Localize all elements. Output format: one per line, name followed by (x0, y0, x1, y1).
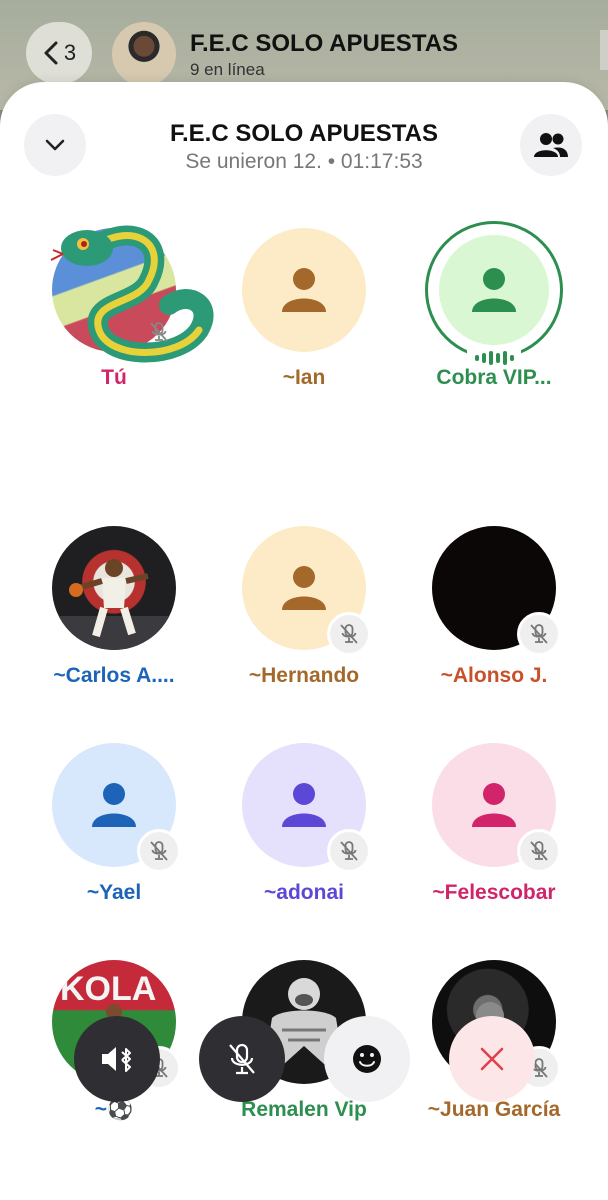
participant-tile[interactable]: ~Felescobar (399, 743, 589, 933)
participant-avatar (52, 526, 176, 650)
participant-name: ~adonai (264, 881, 344, 904)
person-placeholder-icon (92, 783, 136, 827)
chat-avatar[interactable] (112, 22, 176, 86)
chevron-left-icon (44, 41, 58, 65)
svg-text:KOLA: KOLA (60, 970, 156, 1008)
mic-off-icon (340, 841, 358, 861)
participant-tile[interactable]: ~Hernando (209, 526, 399, 716)
mic-off-icon (530, 841, 548, 861)
participant-tile[interactable]: ~Yael (19, 743, 209, 933)
smiley-icon (353, 1045, 381, 1073)
person-placeholder-icon (472, 783, 516, 827)
participant-name: ~Ian (282, 366, 326, 389)
mic-off-icon (229, 1043, 255, 1075)
chat-subtitle: 9 en línea (190, 60, 265, 79)
participant-name: ~Hernando (248, 664, 360, 687)
mic-off-icon (150, 322, 168, 342)
mute-button[interactable] (199, 1016, 285, 1102)
participant-tile[interactable]: ~Carlos A.... (19, 526, 209, 716)
mic-off-icon (150, 841, 168, 861)
speaker-bluetooth-icon (102, 1047, 136, 1072)
participant-tile[interactable]: Tú (19, 225, 214, 418)
leave-call-button[interactable] (449, 1016, 535, 1102)
mic-off-badge (517, 829, 561, 873)
mic-off-badge (137, 829, 181, 873)
mic-off-badge (137, 310, 181, 354)
close-icon (480, 1047, 504, 1071)
participant-tile[interactable]: ~adonai (209, 743, 399, 933)
participant-name: ~Alonso J. (440, 664, 548, 687)
participant-name: Cobra VIP... (436, 366, 552, 389)
mic-off-badge (327, 612, 371, 656)
audio-wave-icon (467, 350, 521, 366)
participant-tile[interactable]: Cobra VIP... (399, 221, 589, 418)
chat-title[interactable]: F.E.C SOLO APUESTAS (190, 30, 458, 58)
person-placeholder-icon (472, 268, 516, 312)
participant-name: ~Carlos A.... (53, 664, 175, 687)
participant-tile[interactable]: ~Alonso J. (399, 526, 589, 716)
background-sliver (600, 30, 608, 70)
participant-name: ~Yael (86, 881, 142, 904)
participant-name: ~Felescobar (432, 881, 556, 904)
person-placeholder-icon (282, 783, 326, 827)
reactions-button[interactable] (324, 1016, 410, 1102)
back-button[interactable]: 3 (26, 22, 92, 84)
mic-off-icon (340, 624, 358, 644)
mic-off-badge (517, 612, 561, 656)
participant-avatar (242, 228, 366, 352)
person-placeholder-icon (282, 566, 326, 610)
mic-off-badge (327, 829, 371, 873)
mic-off-icon (530, 624, 548, 644)
speaker-bluetooth-button[interactable] (74, 1016, 160, 1102)
participant-tile[interactable]: ~Ian (209, 228, 399, 418)
participant-avatar (439, 235, 549, 345)
back-count: 3 (63, 40, 77, 65)
person-placeholder-icon (282, 268, 326, 312)
basketball-player-image (52, 559, 176, 650)
snake-sticker-icon (50, 225, 214, 363)
